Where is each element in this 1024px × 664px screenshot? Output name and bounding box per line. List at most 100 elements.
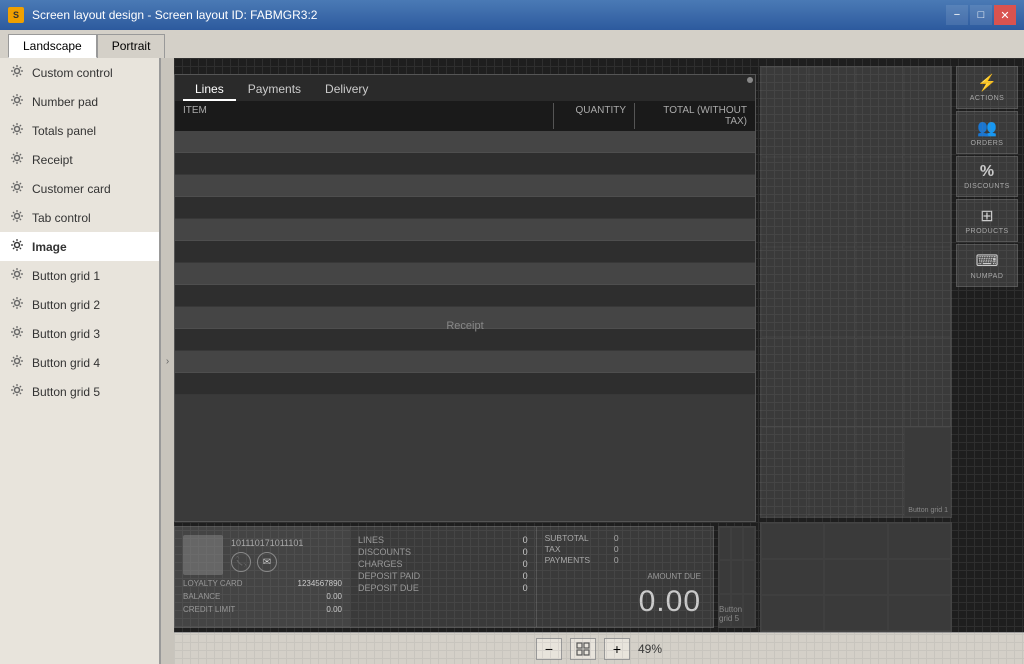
lines-summary: LINES 0 DISCOUNTS 0 CHARGES 0 <box>350 527 536 627</box>
sidebar-label-button-grid-3: Button grid 3 <box>32 327 100 341</box>
app-icon: S <box>8 7 24 23</box>
tab-portrait[interactable]: Portrait <box>97 34 166 58</box>
grid-cell <box>904 157 952 247</box>
sidebar-item-tab-control[interactable]: Tab control <box>0 203 159 232</box>
grid-cell <box>809 157 857 247</box>
grid-cell <box>856 247 904 337</box>
customer-id: 101110171011101 <box>231 538 342 548</box>
close-button[interactable]: ✕ <box>994 5 1016 25</box>
sidebar-item-button-grid-1[interactable]: Button grid 1 <box>0 261 159 290</box>
sidebar-item-button-grid-5[interactable]: Button grid 5 <box>0 377 159 406</box>
grid-cell <box>731 560 743 593</box>
sidebar-label-tab-control: Tab control <box>32 211 91 225</box>
actions-button[interactable]: ⚡ ACTIONS <box>956 66 1018 109</box>
grid-cell <box>719 527 731 560</box>
maximize-button[interactable]: □ <box>970 5 992 25</box>
discounts-button[interactable]: % DISCOUNTS <box>956 156 1018 197</box>
sidebar-item-number-pad[interactable]: Number pad <box>0 87 159 116</box>
sidebar-item-customer-card[interactable]: Customer card <box>0 174 159 203</box>
actions-label: ACTIONS <box>970 95 1005 102</box>
table-row <box>175 175 755 197</box>
table-row <box>175 241 755 263</box>
receipt-tab-delivery[interactable]: Delivery <box>313 79 380 101</box>
phone-button[interactable]: 📞 <box>231 552 251 572</box>
table-row <box>175 351 755 373</box>
zoom-level: 49% <box>638 642 662 656</box>
lines-value: 0 <box>508 535 528 545</box>
minimize-button[interactable]: − <box>946 5 968 25</box>
receipt-tab-payments[interactable]: Payments <box>236 79 313 101</box>
zoom-fit-button[interactable] <box>570 638 596 660</box>
amount-due-label: AMOUNT DUE <box>647 572 701 581</box>
grid-cell <box>719 560 731 593</box>
sidebar-item-button-grid-3[interactable]: Button grid 3 <box>0 319 159 348</box>
content-area: Custom control Number pad Totals panel R… <box>0 58 1024 664</box>
receipt-tab-lines[interactable]: Lines <box>183 79 236 101</box>
orders-button[interactable]: 👥 ORDERS <box>956 111 1018 154</box>
zoom-bar: − + 49% <box>174 632 1024 664</box>
charges-row: CHARGES 0 <box>358 559 528 569</box>
gear-icon-3 <box>10 122 24 139</box>
products-button[interactable]: ⊞ PRODUCTS <box>956 199 1018 242</box>
sidebar-item-custom-control[interactable]: Custom control <box>0 58 159 87</box>
grid-cell <box>761 247 809 337</box>
grid-cell <box>761 427 809 517</box>
grid-cell <box>731 527 743 560</box>
amount-due-block: AMOUNT DUE 0.00 <box>627 527 713 627</box>
subtotal-label: SUBTOTAL <box>545 533 589 543</box>
actions-icon: ⚡ <box>977 73 997 93</box>
grid-cell <box>809 337 857 427</box>
canvas-body: Lines Payments Delivery ITEM QUANTITY TO… <box>174 58 1024 632</box>
grid-cell <box>743 527 755 560</box>
orders-label: ORDERS <box>971 140 1004 147</box>
orders-icon: 👥 <box>977 118 997 138</box>
bottom-section: 101110171011101 📞 ✉ LOYALTY CARD <box>174 522 756 632</box>
receipt-tabs: Lines Payments Delivery <box>175 75 755 101</box>
gear-icon-12 <box>10 383 24 400</box>
receipt-placeholder: Receipt <box>446 320 483 332</box>
zoom-out-button[interactable]: − <box>536 638 562 660</box>
action-buttons-col: ⚡ ACTIONS 👥 ORDERS % DISCOUNTS <box>956 66 1018 518</box>
deposit-paid-label: DEPOSIT PAID <box>358 571 420 581</box>
charges-value: 0 <box>508 559 528 569</box>
tab-bar: Landscape Portrait <box>0 30 1024 58</box>
sidebar-item-image[interactable]: Image <box>0 232 159 261</box>
discounts-label: DISCOUNTS <box>358 547 411 557</box>
table-row <box>175 373 755 395</box>
sidebar-item-totals-panel[interactable]: Totals panel <box>0 116 159 145</box>
table-row <box>175 131 755 153</box>
numpad-button[interactable]: ⌨ NUMPAD <box>956 244 1018 287</box>
sidebar-collapse-toggle[interactable]: › <box>160 58 174 664</box>
gear-icon-9 <box>10 296 24 313</box>
gear-icon-6 <box>10 209 24 226</box>
grid-cell <box>761 337 809 427</box>
grid-cell <box>809 427 857 517</box>
sidebar-item-button-grid-4[interactable]: Button grid 4 <box>0 348 159 377</box>
table-row <box>175 197 755 219</box>
zoom-in-button[interactable]: + <box>604 638 630 660</box>
grid-cell <box>761 559 824 595</box>
email-button[interactable]: ✉ <box>257 552 277 572</box>
grid-cell <box>856 337 904 427</box>
upper-right-grid: Button grid 1 <box>760 66 952 518</box>
customer-avatar <box>183 535 223 575</box>
gear-icon-7 <box>10 238 24 255</box>
loyalty-card-label: LOYALTY CARD <box>183 579 243 588</box>
discounts-label: DISCOUNTS <box>964 183 1010 190</box>
col-item: ITEM <box>175 103 553 129</box>
tab-landscape[interactable]: Landscape <box>8 34 97 58</box>
gear-icon-4 <box>10 151 24 168</box>
receipt-container: Lines Payments Delivery ITEM QUANTITY TO… <box>174 74 756 522</box>
gear-icon <box>10 64 24 81</box>
gear-icon-2 <box>10 93 24 110</box>
sidebar-label-customer-card: Customer card <box>32 182 111 196</box>
subtotal-value: 0 <box>614 533 619 543</box>
payments-value: 0 <box>614 555 619 565</box>
sidebar-item-button-grid-2[interactable]: Button grid 2 <box>0 290 159 319</box>
sidebar-item-receipt[interactable]: Receipt <box>0 145 159 174</box>
customer-name-block: 101110171011101 📞 ✉ <box>231 538 342 572</box>
grid-cell <box>904 247 952 337</box>
sidebar-label-receipt: Receipt <box>32 153 73 167</box>
balance-row: BALANCE 0.00 <box>183 592 342 601</box>
button-grid-5-label: Button grid 5 <box>719 605 751 623</box>
